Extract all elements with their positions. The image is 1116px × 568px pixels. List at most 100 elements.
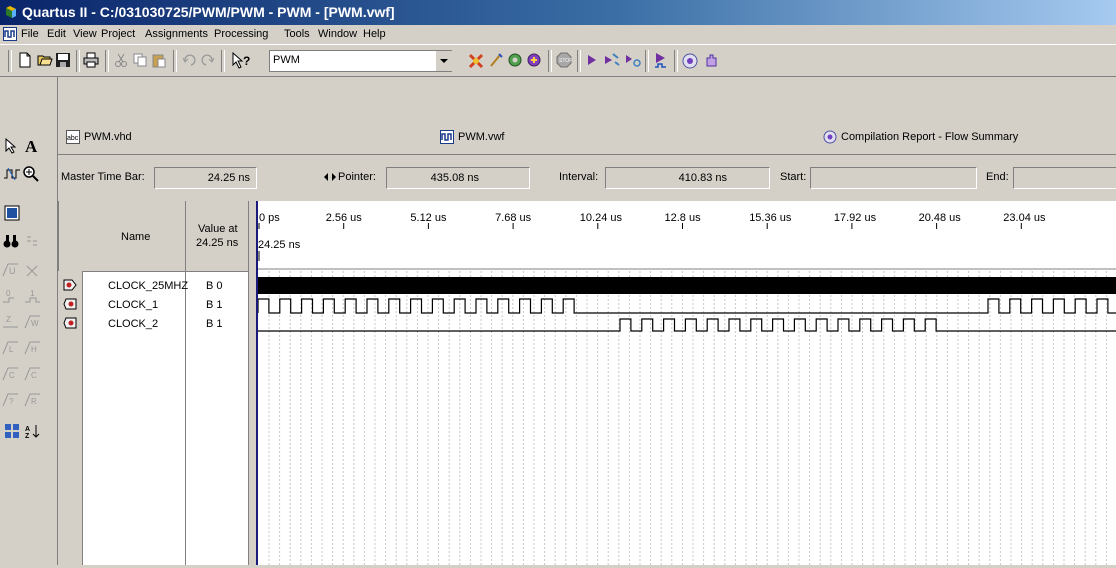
waveform-clock-1	[257, 298, 1116, 314]
random-values-icon[interactable]: R	[24, 391, 42, 409]
invert-icon[interactable]: C	[2, 365, 20, 383]
weak-unknown-icon[interactable]: W	[24, 313, 42, 331]
svg-text:L: L	[9, 345, 14, 354]
chevron-down-icon[interactable]	[435, 51, 452, 71]
open-folder-icon[interactable]	[37, 52, 53, 68]
waveform-display[interactable]: 0 ps 2.56 us 5.12 us 7.68 us 10.24 us 12.8 us…	[256, 201, 1116, 565]
time-tick-label: 15.36 us	[749, 212, 792, 224]
group-icon[interactable]	[4, 423, 20, 439]
time-ruler: 0 ps 2.56 us 5.12 us 7.68 us 10.24 us 12.8 us…	[258, 212, 1046, 229]
find-binoculars-icon[interactable]	[3, 233, 19, 249]
analysis-synthesis-icon[interactable]	[603, 52, 621, 68]
toolbar-separator	[548, 50, 552, 72]
pin-planner-icon[interactable]	[488, 52, 504, 68]
cut-icon[interactable]	[113, 52, 129, 68]
weak-high-icon[interactable]: H	[24, 339, 42, 357]
tab-pwm-vwf[interactable]: PWM.vwf	[440, 130, 504, 144]
stop-icon[interactable]: STOP	[556, 52, 572, 68]
waveform-canvas[interactable]: 0 ps 2.56 us 5.12 us 7.68 us 10.24 us 12.8 us…	[257, 201, 1116, 565]
start-compilation-icon[interactable]	[585, 52, 599, 68]
menu-window[interactable]: Window	[318, 28, 357, 40]
menu-tools[interactable]: Tools	[284, 28, 310, 40]
menu-assignments[interactable]: Assignments	[145, 28, 208, 40]
svg-text:1: 1	[30, 289, 35, 298]
svg-text:A: A	[25, 426, 30, 433]
time-bar-spinner-icon[interactable]	[320, 167, 340, 187]
timing-analyzer-icon[interactable]	[624, 52, 642, 68]
count-value-icon[interactable]: C	[24, 365, 42, 383]
zoom-tool-icon[interactable]	[22, 165, 40, 183]
programmer-icon[interactable]	[703, 52, 721, 70]
full-screen-icon[interactable]	[4, 205, 20, 221]
svg-text:W: W	[31, 319, 39, 328]
undo-icon[interactable]	[181, 52, 197, 68]
compilation-report-icon[interactable]	[681, 52, 699, 70]
save-icon[interactable]	[55, 52, 71, 68]
waveform-doc-icon[interactable]	[3, 27, 17, 41]
time-tick-label: 23.04 us	[1003, 212, 1046, 224]
menu-help[interactable]: Help	[363, 28, 386, 40]
signal-name-clock-25mhz[interactable]: CLOCK_25MHZ	[108, 280, 188, 292]
master-time-bar-field[interactable]: 24.25 ns	[154, 167, 257, 189]
project-combo-value: PWM	[273, 54, 300, 66]
forcing-high-icon[interactable]: 1	[24, 287, 42, 305]
high-impedance-icon[interactable]: Z	[2, 313, 20, 331]
paste-icon[interactable]	[151, 52, 167, 68]
stop-processing-icon[interactable]	[467, 52, 485, 70]
title-bar: Quartus II - C:/031030725/PWM/PWM - PWM …	[0, 0, 1116, 25]
weak-low-icon[interactable]: L	[2, 339, 20, 357]
replace-icon[interactable]	[24, 233, 40, 249]
document-tabs: abc PWM.vhd PWM.vwf Compilation Report - …	[58, 125, 1116, 155]
copy-icon[interactable]	[132, 52, 148, 68]
window-title: Quartus II - C:/031030725/PWM/PWM - PWM …	[22, 4, 395, 20]
forcing-low-icon[interactable]: 0	[2, 287, 20, 305]
start-field	[810, 167, 977, 189]
menu-edit[interactable]: Edit	[47, 28, 66, 40]
tab-pwm-vhd[interactable]: abc PWM.vhd	[66, 130, 132, 144]
new-file-icon[interactable]	[17, 52, 33, 68]
chip-planner-icon[interactable]	[526, 52, 542, 68]
end-field	[1013, 167, 1116, 189]
project-combo[interactable]: PWM	[269, 50, 452, 72]
svg-text:C: C	[31, 371, 37, 380]
icon-column	[58, 271, 83, 565]
signal-value: B 1	[206, 299, 223, 311]
arbitrary-value-icon[interactable]: ?	[2, 391, 20, 409]
menu-project[interactable]: Project	[101, 28, 135, 40]
cursor-time-label: 24.25 ns	[258, 239, 301, 251]
waveform-editing-tool-icon[interactable]	[3, 166, 21, 182]
help-pointer-icon[interactable]: ?	[231, 52, 253, 70]
tab-compilation-report[interactable]: Compilation Report - Flow Summary	[823, 130, 1018, 144]
svg-text:A: A	[25, 137, 38, 155]
menu-file[interactable]: File	[21, 28, 39, 40]
end-label: End:	[986, 171, 1009, 183]
time-tick-label: 2.56 us	[326, 212, 363, 224]
menu-processing[interactable]: Processing	[214, 28, 268, 40]
svg-text:H: H	[31, 345, 37, 354]
start-simulation-icon[interactable]	[653, 52, 669, 70]
time-tick-label: 17.92 us	[834, 212, 877, 224]
signal-name-clock-2[interactable]: CLOCK_2	[108, 318, 158, 330]
value-column-header[interactable]: Value at 24.25 ns	[186, 201, 249, 272]
interval-field: 410.83 ns	[605, 167, 770, 189]
output-pin-icon	[63, 317, 77, 329]
forcing-dont-care-icon[interactable]	[24, 261, 42, 279]
time-tick-label: 7.68 us	[495, 212, 532, 224]
waveform-editor: Name Value at 24.25 ns CLOCK_25MHZ B 0 C…	[58, 201, 1116, 565]
signal-name-clock-1[interactable]: CLOCK_1	[108, 299, 158, 311]
redo-icon[interactable]	[200, 52, 216, 68]
vhdl-file-icon: abc	[66, 130, 80, 144]
sort-az-icon[interactable]: AZ	[24, 423, 40, 439]
svg-text:STOP: STOP	[559, 58, 572, 64]
name-column-header[interactable]: Name	[83, 201, 186, 272]
text-tool-icon[interactable]: A	[23, 137, 41, 155]
main-toolbar: ? PWM STOP	[0, 45, 1116, 77]
waveform-file-icon	[440, 130, 454, 144]
time-tick-label: 20.48 us	[919, 212, 962, 224]
selection-tool-icon[interactable]	[3, 138, 19, 154]
forcing-unknown-icon[interactable]: U	[2, 261, 20, 279]
settings-gear-icon[interactable]	[507, 52, 523, 68]
menu-view[interactable]: View	[73, 28, 97, 40]
print-icon[interactable]	[83, 52, 99, 68]
tab-label: PWM.vwf	[458, 130, 505, 143]
